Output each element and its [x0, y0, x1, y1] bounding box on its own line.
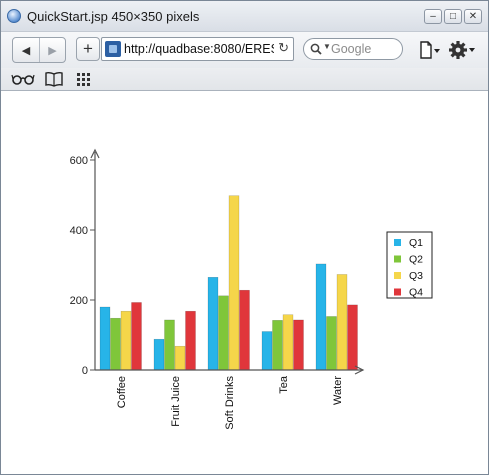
- x-category-label: Soft Drinks: [224, 376, 236, 430]
- history-buttons: ◀ ▶: [12, 37, 66, 63]
- minimize-button[interactable]: –: [424, 9, 442, 24]
- apps-grid-icon[interactable]: [76, 71, 92, 87]
- chart-bar: [239, 289, 250, 371]
- bookmarks-bar: [1, 68, 488, 91]
- legend-label: Q2: [409, 254, 423, 266]
- legend-label: Q4: [409, 287, 423, 299]
- chart-bar: [99, 306, 111, 371]
- forward-arrow-icon: ▶: [48, 44, 57, 57]
- legend-label: Q1: [409, 237, 423, 249]
- url-text[interactable]: http://quadbase:8080/ERES: [124, 42, 274, 56]
- bar-chart: 0 200 400 600 Coffee Fruit Juice Soft Drinks Te…: [70, 148, 433, 430]
- chart-bar: [282, 314, 294, 371]
- chart-bar: [174, 345, 186, 371]
- browser-app-icon: [7, 9, 21, 23]
- y-tick-label: 0: [82, 365, 88, 377]
- legend-swatch: [394, 288, 401, 296]
- search-input[interactable]: ▼ Google: [303, 38, 403, 60]
- legend-swatch: [394, 272, 401, 279]
- chart-bar: [272, 320, 283, 371]
- legend-swatch: [394, 255, 401, 263]
- chart-bar: [120, 310, 132, 371]
- chart-bar: [293, 319, 304, 371]
- legend-label: Q3: [409, 270, 423, 282]
- chart-bar: [315, 263, 327, 371]
- settings-gear-icon[interactable]: [448, 40, 476, 60]
- window-title: QuickStart.jsp 450×350 pixels: [27, 9, 200, 24]
- chart-bar: [110, 317, 121, 371]
- x-category-label: Coffee: [116, 376, 128, 408]
- x-category-label: Water: [332, 376, 344, 405]
- y-tick-label: 200: [70, 295, 88, 307]
- window-controls: – □ ✕: [424, 9, 482, 24]
- site-favicon-icon: [105, 41, 121, 57]
- page-content: 0 200 400 600 Coffee Fruit Juice Soft Drinks Te…: [1, 91, 488, 474]
- search-engine-dropdown-icon[interactable]: ▼: [323, 42, 331, 51]
- chart-bar: [336, 274, 348, 371]
- maximize-button[interactable]: □: [444, 9, 462, 24]
- new-tab-button[interactable]: +: [76, 37, 100, 61]
- chart-bar: [153, 338, 165, 371]
- x-category-label: Tea: [278, 375, 290, 394]
- title-bar: QuickStart.jsp 450×350 pixels – □ ✕: [1, 1, 488, 32]
- x-category-label: Fruit Juice: [170, 376, 182, 427]
- page-menu-button[interactable]: [419, 41, 441, 59]
- close-button[interactable]: ✕: [464, 9, 482, 24]
- book-icon[interactable]: [44, 71, 64, 87]
- browser-window: QuickStart.jsp 450×350 pixels – □ ✕ ◀ ▶ …: [0, 0, 489, 475]
- search-icon: [310, 43, 322, 55]
- navigation-toolbar: ◀ ▶ + http://quadbase:8080/ERES ↻ ▼ Goog…: [1, 32, 488, 68]
- glasses-icon[interactable]: [11, 71, 35, 87]
- chart-bar: [326, 316, 337, 371]
- chart-bar: [164, 319, 175, 371]
- back-button[interactable]: ◀: [13, 38, 39, 62]
- search-placeholder: Google: [331, 42, 372, 56]
- y-tick-label: 400: [70, 225, 88, 237]
- forward-button[interactable]: ▶: [39, 38, 65, 62]
- chart-bar: [218, 295, 229, 371]
- chart-bar: [261, 331, 273, 371]
- chart-bar: [347, 304, 358, 371]
- chart-bar: [228, 195, 240, 371]
- reload-icon[interactable]: ↻: [278, 40, 289, 56]
- legend-swatch: [394, 239, 401, 246]
- back-arrow-icon: ◀: [21, 44, 31, 57]
- chart-bar: [207, 277, 219, 371]
- address-bar[interactable]: http://quadbase:8080/ERES ↻: [101, 37, 294, 61]
- chart-bar: [131, 302, 142, 371]
- y-tick-label: 600: [70, 155, 88, 167]
- chart-bar: [185, 310, 196, 371]
